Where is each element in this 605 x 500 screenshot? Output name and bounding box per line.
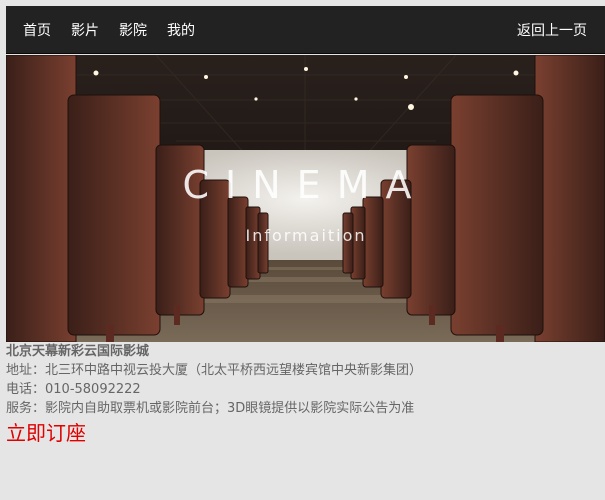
- navbar: 首页 影片 影院 我的 返回上一页: [6, 6, 605, 54]
- cinema-banner-image: CINEMA Informaition: [6, 55, 605, 342]
- back-button[interactable]: 返回上一页: [517, 6, 587, 54]
- cinema-service: 服务：影院内自助取票机或影院前台；3D眼镜提供以影院实际公告为准: [6, 401, 415, 416]
- nav-menu: 首页 影片 影院 我的: [23, 6, 215, 54]
- cinema-info: 北京天幕新彩云国际影城 地址：北三环中路中视云投大厦（北太平桥西远望楼宾馆中央新…: [6, 342, 605, 446]
- nav-item-home[interactable]: 首页: [23, 20, 51, 40]
- cinema-address: 地址：北三环中路中视云投大厦（北太平桥西远望楼宾馆中央新影集团）: [6, 363, 423, 378]
- nav-item-mine[interactable]: 我的: [167, 20, 195, 40]
- banner-title: CINEMA: [183, 163, 428, 207]
- banner-subtitle: Informaition: [245, 226, 366, 245]
- cinema-name: 北京天幕新彩云国际影城: [6, 344, 150, 359]
- nav-item-movies[interactable]: 影片: [71, 20, 99, 40]
- book-seat-button[interactable]: 立即订座: [6, 420, 86, 446]
- cinema-banner: CINEMA Informaition: [6, 55, 605, 342]
- cinema-phone: 电话：010-58092222: [6, 382, 141, 397]
- nav-item-cinemas[interactable]: 影院: [119, 20, 147, 40]
